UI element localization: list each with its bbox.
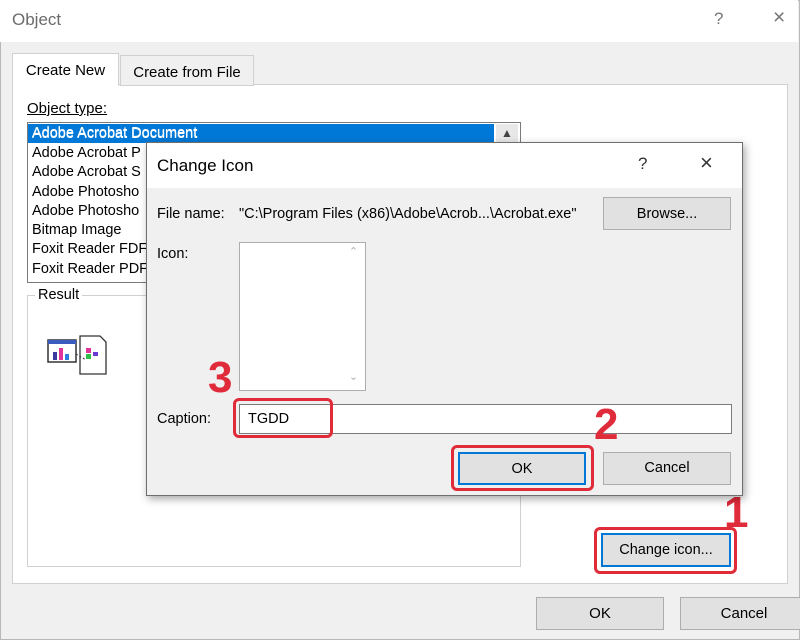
scroll-up-arrow-icon[interactable]: ⌃ bbox=[342, 245, 365, 263]
document-icon bbox=[46, 330, 110, 378]
list-item[interactable]: Bitmap Image bbox=[32, 222, 121, 241]
ok-button[interactable]: OK bbox=[536, 597, 664, 630]
tab-create-new[interactable]: Create New bbox=[12, 53, 119, 86]
scroll-down-arrow-icon[interactable]: ⌄ bbox=[342, 370, 365, 388]
list-item[interactable]: Adobe Acrobat Document bbox=[32, 126, 197, 145]
step-number: 2 bbox=[594, 400, 619, 449]
result-label: Result bbox=[35, 287, 83, 303]
list-item[interactable]: Adobe Photosho bbox=[32, 203, 139, 222]
file-name-value: "C:\Program Files (x86)\Adobe\Acrob...\A… bbox=[239, 206, 577, 222]
browse-button[interactable]: Browse... bbox=[603, 197, 731, 230]
list-item[interactable]: Adobe Photosho bbox=[32, 184, 139, 203]
step-number: 3 bbox=[208, 353, 233, 402]
object-dialog-title: Object bbox=[12, 10, 62, 29]
help-icon[interactable]: ? bbox=[714, 9, 723, 29]
cancel-button[interactable]: Cancel bbox=[603, 452, 731, 485]
close-icon[interactable]: × bbox=[773, 6, 785, 30]
help-icon[interactable]: ? bbox=[638, 154, 647, 174]
highlight-box bbox=[233, 398, 333, 438]
list-item[interactable]: Foxit Reader FDF bbox=[32, 241, 147, 260]
list-item[interactable]: Foxit Reader PDF bbox=[32, 261, 148, 280]
highlight-box bbox=[451, 445, 594, 491]
object-type-label: Object type: bbox=[27, 100, 107, 117]
file-name-label: File name: bbox=[157, 206, 225, 222]
object-type-label-text: Object type: bbox=[27, 100, 108, 117]
change-icon-dialog bbox=[146, 142, 743, 496]
change-icon-dialog-title: Change Icon bbox=[157, 156, 254, 175]
cancel-button[interactable]: Cancel bbox=[680, 597, 800, 630]
highlight-box bbox=[594, 527, 737, 574]
icon-label: Icon: bbox=[157, 246, 189, 262]
caption-label: Caption: bbox=[157, 411, 212, 427]
close-icon[interactable]: × bbox=[700, 150, 713, 176]
object-dialog-titlebar bbox=[0, 0, 798, 42]
list-item[interactable]: Adobe Acrobat P bbox=[32, 145, 141, 164]
icon-listbox-scrollbar[interactable] bbox=[342, 243, 365, 390]
scroll-up-arrow-icon[interactable]: ▲ bbox=[496, 124, 518, 144]
tab-create-from-file[interactable]: Create from File bbox=[120, 55, 254, 86]
list-item[interactable]: Adobe Acrobat S bbox=[32, 164, 141, 183]
